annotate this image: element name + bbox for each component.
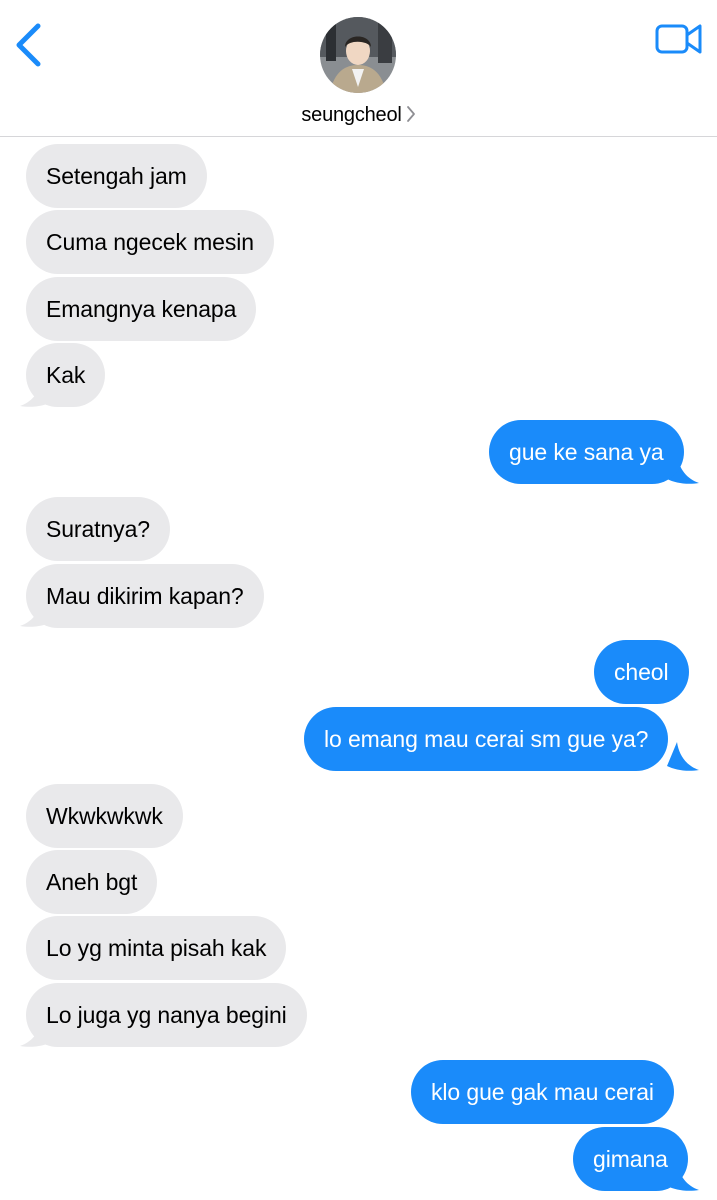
video-camera-icon <box>655 24 702 54</box>
sent-message-bubble[interactable]: gue ke sana ya <box>489 420 684 484</box>
sent-message-bubble[interactable]: lo emang mau cerai sm gue ya? <box>304 707 669 771</box>
contact-name: seungcheol <box>301 104 402 126</box>
received-message-bubble[interactable]: Setengah jam <box>26 144 207 208</box>
contact-avatar[interactable] <box>320 17 396 93</box>
avatar-photo <box>320 17 396 93</box>
received-message-bubble[interactable]: Aneh bgt <box>26 850 158 914</box>
received-message-bubble[interactable]: Cuma ngecek mesin <box>26 210 274 274</box>
sent-message-bubble[interactable]: cheol <box>594 640 689 704</box>
contact-name-button[interactable]: seungcheol <box>0 104 717 127</box>
received-message-bubble[interactable]: Lo juga yg nanya begini <box>26 983 307 1047</box>
video-call-button[interactable] <box>652 18 706 58</box>
received-message-bubble[interactable]: Mau dikirim kapan? <box>26 564 264 628</box>
received-message-bubble[interactable]: Kak <box>26 343 106 407</box>
back-button[interactable] <box>8 20 48 70</box>
bubble-tail <box>667 742 699 771</box>
chevron-right-icon <box>406 106 415 123</box>
received-message-bubble[interactable]: Lo yg minta pisah kak <box>26 916 287 980</box>
sent-message-bubble[interactable]: gimana <box>573 1127 688 1191</box>
chevron-left-icon <box>16 23 41 67</box>
received-message-bubble[interactable]: Wkwkwkwk <box>26 784 183 848</box>
sent-message-bubble[interactable]: klo gue gak mau cerai <box>411 1060 674 1124</box>
received-message-bubble[interactable]: Emangnya kenapa <box>26 277 257 341</box>
received-message-bubble[interactable]: Suratnya? <box>26 497 170 561</box>
chat-header: seungcheol <box>0 0 717 137</box>
